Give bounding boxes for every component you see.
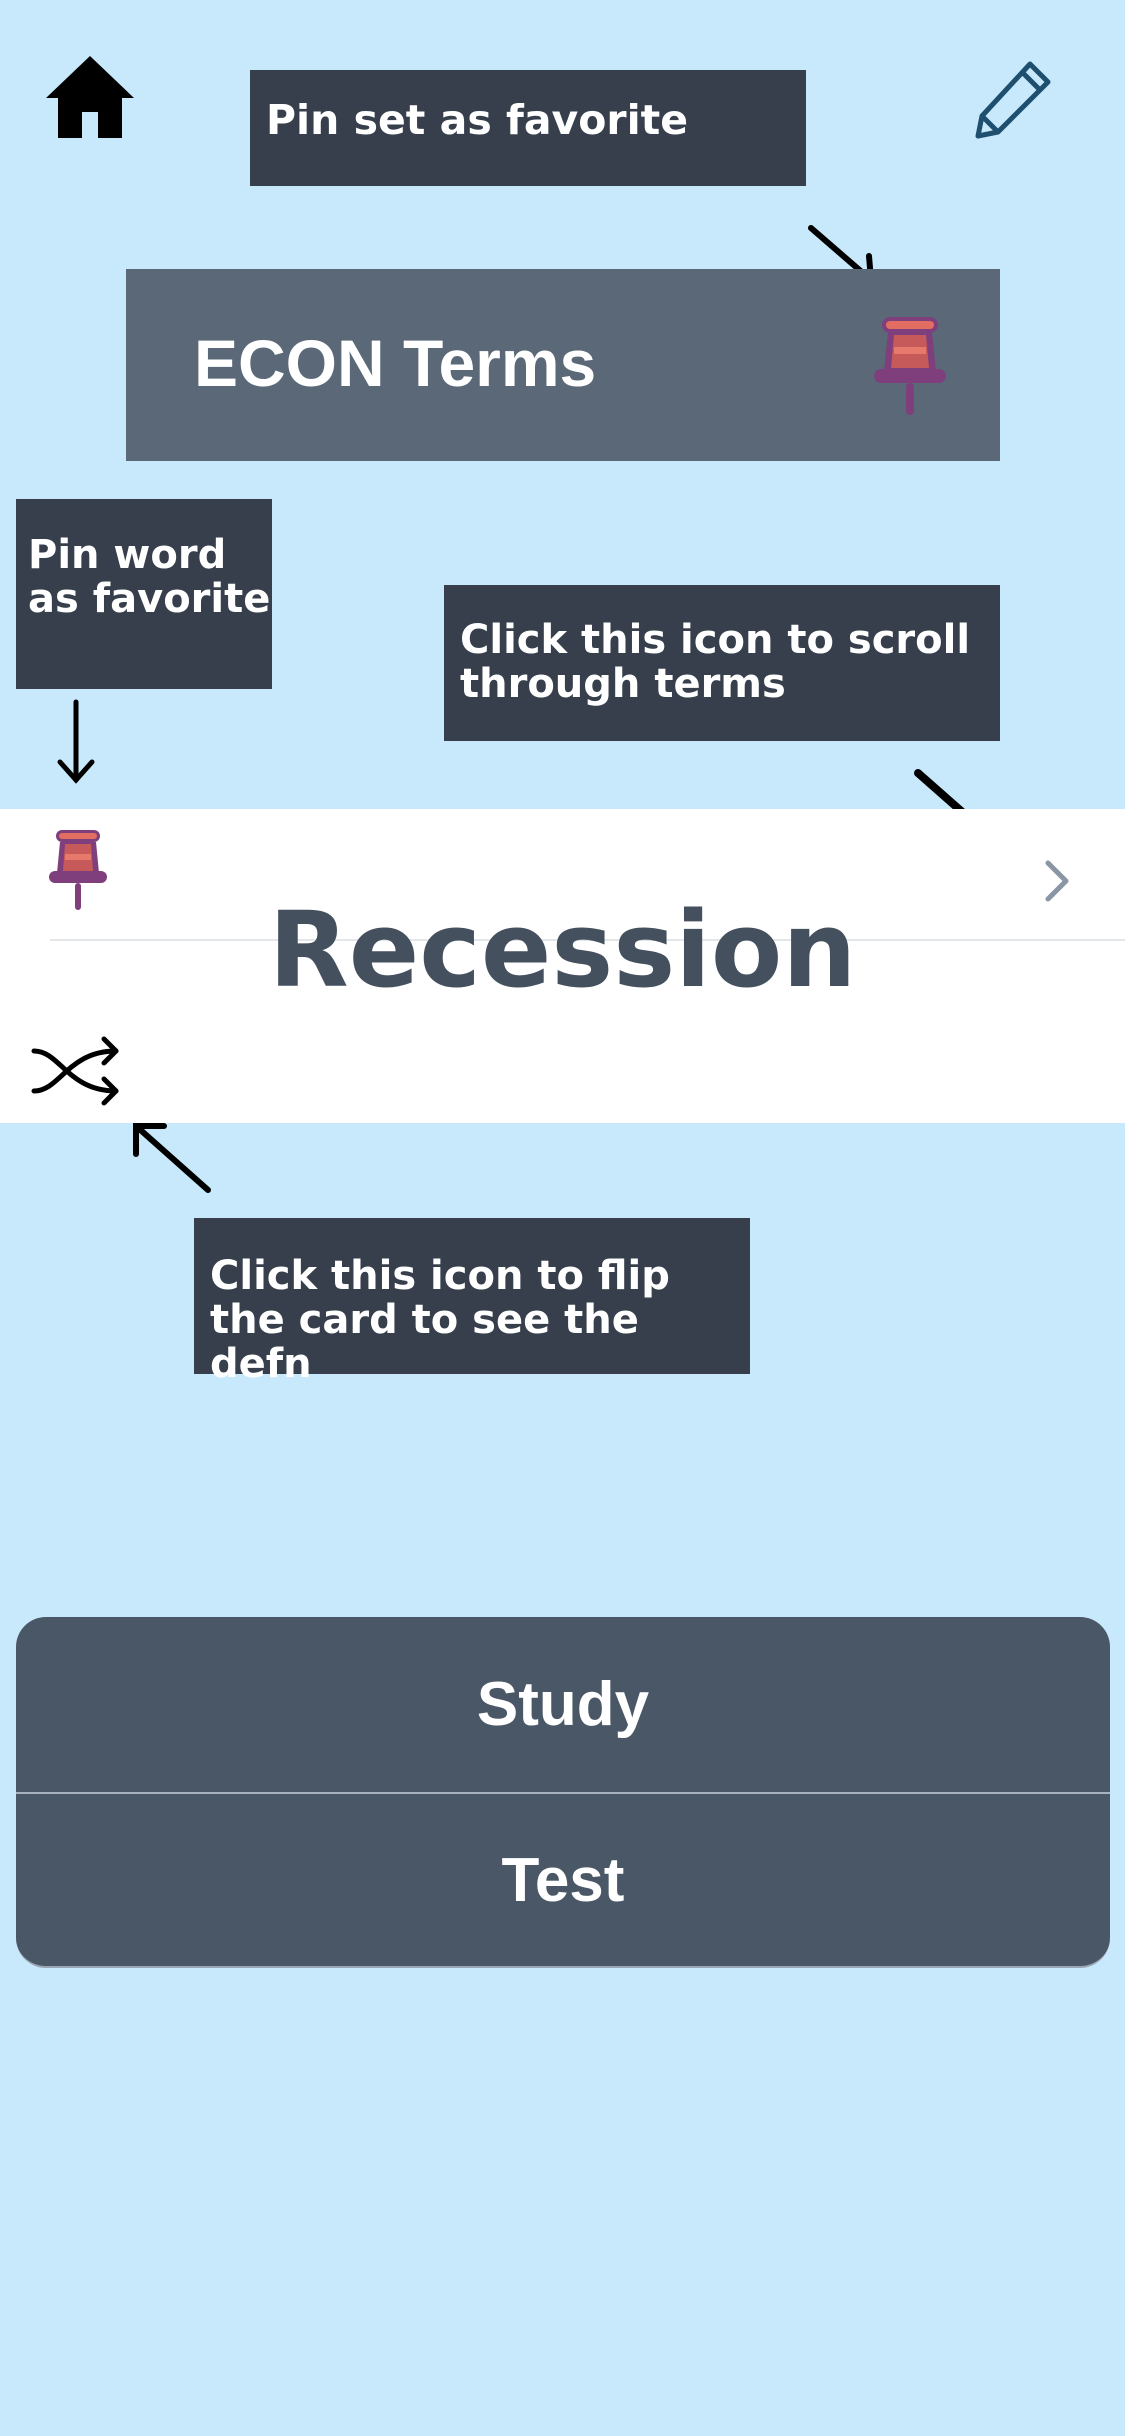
annotation-text: Pin word as favorite: [28, 532, 271, 622]
study-button[interactable]: Study: [16, 1617, 1110, 1794]
shuffle-icon[interactable]: [30, 1033, 124, 1109]
deck-title: ECON Terms: [194, 326, 597, 400]
annotation-flip-card: Click this icon to flip the card to see …: [194, 1218, 750, 1386]
deck-title-card: ECON Terms: [126, 269, 1000, 461]
annotation-pin-word-favorite: Pin word as favorite: [16, 499, 272, 689]
arrow-annotation: [133, 1123, 211, 1193]
action-panel: Study Test: [16, 1617, 1110, 1968]
annotation-text: Click this icon to flip the card to see …: [210, 1253, 670, 1387]
chevron-right-icon[interactable]: [1040, 849, 1076, 909]
annotation-pin-set-favorite: Pin set as favorite: [250, 70, 806, 186]
home-icon[interactable]: [42, 52, 138, 142]
annotation-text: Click this icon to scroll through terms: [460, 617, 971, 707]
annotation-text: Pin set as favorite: [266, 96, 689, 144]
term-card[interactable]: Recession: [0, 809, 1125, 1123]
arrow-annotation: [57, 699, 95, 784]
test-button[interactable]: Test: [16, 1793, 1110, 1966]
annotation-scroll-terms: Click this icon to scroll through terms: [444, 585, 1000, 741]
pushpin-icon[interactable]: [870, 313, 950, 419]
pencil-icon[interactable]: [972, 58, 1054, 140]
term-text: Recession: [268, 889, 857, 1011]
